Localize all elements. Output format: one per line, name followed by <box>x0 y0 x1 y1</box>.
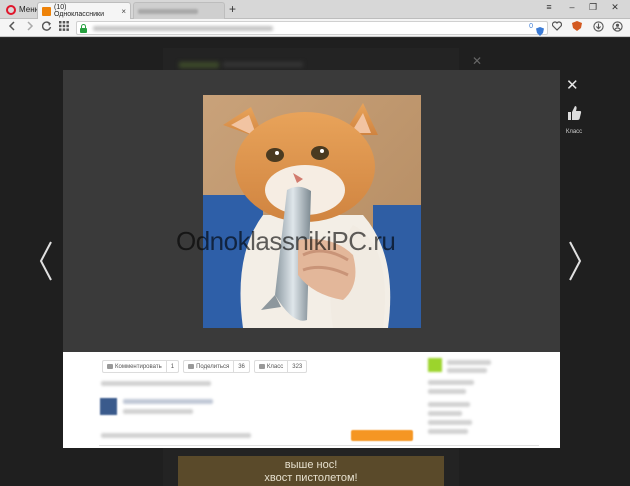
cat-photo[interactable] <box>203 95 421 328</box>
watermark-text: OdnoklassnikiPC.ru <box>176 226 396 256</box>
blurred-comment-input[interactable] <box>101 433 251 438</box>
photo-viewer <box>63 70 560 352</box>
promo-line-1: выше нос! <box>284 459 338 471</box>
back-button[interactable] <box>6 21 18 35</box>
tab-blurred[interactable] <box>133 2 225 19</box>
blurred-sidebar-4[interactable] <box>428 411 462 416</box>
commenter-avatar[interactable] <box>100 398 117 415</box>
forward-arrow-icon <box>27 21 34 31</box>
blurred-tab-title <box>138 8 198 14</box>
new-tab-button[interactable]: + <box>229 3 236 15</box>
blurred-group-sub <box>447 368 487 373</box>
tab-menu-icon[interactable]: ≡ <box>541 2 557 12</box>
cat-with-fish-image <box>203 95 421 328</box>
restore-button[interactable]: ❐ <box>585 2 601 13</box>
viewer-close-button[interactable]: ✕ <box>566 78 579 93</box>
thumbs-up-icon <box>568 106 582 120</box>
share-button[interactable]: Поделиться 36 <box>183 360 250 373</box>
klass-label: Класс <box>266 363 284 370</box>
blurred-commenter-name <box>123 399 213 404</box>
download-icon[interactable] <box>593 21 604 34</box>
odnoklassniki-favicon-icon <box>42 6 51 16</box>
klass-button[interactable]: Класс 323 <box>253 360 308 373</box>
tab-title: (10) Одноклассники <box>53 4 104 18</box>
address-badge: 0 <box>529 23 533 30</box>
forward-button[interactable] <box>24 21 36 35</box>
klass-side-button[interactable]: Класс <box>564 104 584 135</box>
blurred-sidebar-5[interactable] <box>428 420 472 425</box>
blurred-group-name <box>447 360 491 365</box>
photo-actions-row: Комментировать 1 Поделиться 36 Класс 323 <box>102 360 308 373</box>
reload-button[interactable] <box>41 21 53 35</box>
comment-icon <box>107 364 113 369</box>
share-icon <box>188 364 195 369</box>
blurred-comment-text <box>123 409 193 414</box>
user-profile-icon[interactable] <box>612 21 623 34</box>
secure-lock-icon <box>80 24 87 33</box>
opera-logo-icon <box>6 4 16 15</box>
tab-odnoklassniki[interactable]: (10) Одноклассники × <box>37 2 131 19</box>
photo-info-panel: Комментировать 1 Поделиться 36 Класс 323 <box>63 352 560 448</box>
back-arrow-icon <box>8 21 15 31</box>
close-window-button[interactable]: ✕ <box>607 2 623 13</box>
browser-titlebar: Меню (10) Одноклассники × + ≡ – ❐ ✕ <box>0 0 630 19</box>
blurred-sidebar-1 <box>428 380 474 385</box>
previous-photo-arrow-icon[interactable] <box>38 240 54 282</box>
share-label: Поделиться <box>196 363 230 370</box>
klass-thumb-icon <box>258 364 265 369</box>
blurred-caption <box>101 381 211 386</box>
minimize-button[interactable]: – <box>564 2 580 12</box>
blurred-sidebar-2 <box>428 389 466 394</box>
reload-icon <box>41 21 52 31</box>
blurred-submit-button[interactable] <box>351 430 413 441</box>
adblock-extension-icon[interactable] <box>572 21 582 33</box>
address-bar[interactable]: 0 <box>76 21 548 36</box>
browser-toolbar: 0 <box>0 19 630 37</box>
info-divider <box>99 445 539 446</box>
promo-banner[interactable]: выше нос! хвост пистолетом! <box>178 456 444 486</box>
bookmark-heart-icon[interactable] <box>551 21 563 33</box>
klass-side-label: Класс <box>565 129 583 135</box>
next-photo-arrow-icon[interactable] <box>567 240 583 282</box>
promo-line-2: хвост пистолетом! <box>264 472 358 484</box>
comment-button[interactable]: Комментировать 1 <box>102 360 180 373</box>
comment-label: Комментировать <box>115 363 162 370</box>
group-avatar[interactable] <box>428 358 442 372</box>
blurred-url <box>93 26 273 31</box>
speed-dial-button[interactable] <box>58 21 70 35</box>
blurred-sidebar-3[interactable] <box>428 402 470 407</box>
klass-count: 323 <box>292 363 303 370</box>
comment-count: 1 <box>170 363 175 370</box>
blurred-sidebar-6[interactable] <box>428 429 468 434</box>
tab-close-icon[interactable]: × <box>121 7 126 16</box>
background-close-icon: ✕ <box>472 54 483 68</box>
share-count: 36 <box>238 363 245 370</box>
grid-icon <box>59 21 69 31</box>
